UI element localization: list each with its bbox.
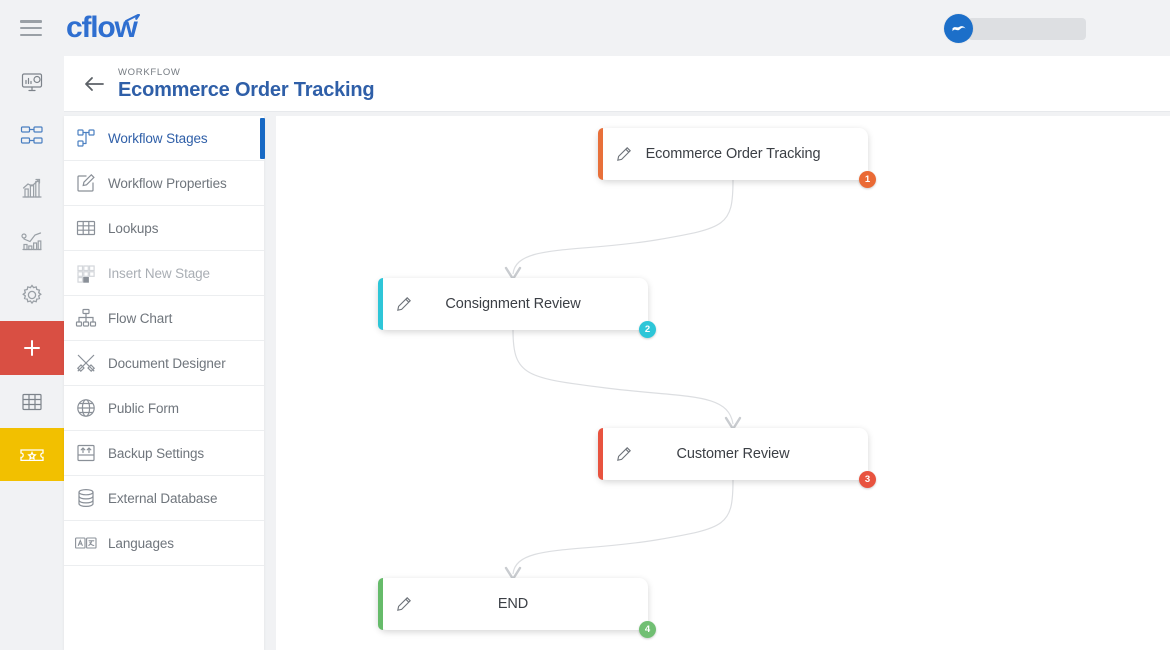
node-status-stripe (598, 128, 603, 180)
left-icon-rail (0, 56, 64, 650)
gear-icon (22, 283, 42, 304)
workflow-node-2[interactable]: Consignment Review 2 (378, 278, 656, 338)
node-label: END (497, 596, 529, 612)
node-badge: 3 (859, 471, 876, 488)
header-text-block: WORKFLOW Ecommerce Order Tracking (118, 66, 375, 102)
node-badge: 2 (639, 321, 656, 338)
rail-item-add-new[interactable] (0, 321, 64, 375)
hamburger-menu-icon[interactable] (20, 20, 42, 36)
rail-item-workflow[interactable] (0, 109, 64, 162)
org-chart-icon (64, 307, 108, 329)
sidebar-item-label: Flow Chart (108, 310, 173, 326)
workflow-settings-menu: Workflow Stages Workflow Properties Look… (64, 116, 265, 650)
sidebar-item-document-designer[interactable]: Document Designer (64, 341, 264, 386)
sidebar-item-label: Public Form (108, 400, 179, 416)
page-title: Ecommerce Order Tracking (118, 78, 375, 101)
page-header: WORKFLOW Ecommerce Order Tracking (64, 56, 1170, 112)
sidebar-item-label: Insert New Stage (108, 265, 210, 281)
workflow-node-1[interactable]: Ecommerce Order Tracking 1 (598, 128, 876, 188)
sidebar-item-label: Document Designer (108, 355, 226, 371)
avatar-wave-icon (952, 25, 965, 31)
breadcrumb-eyebrow: WORKFLOW (118, 66, 181, 78)
node-status-stripe (378, 278, 383, 330)
globe-icon (64, 397, 108, 419)
table-grid-icon (64, 217, 108, 239)
active-indicator (260, 118, 265, 159)
sidebar-item-flow-chart[interactable]: Flow Chart (64, 296, 264, 341)
sidebar-item-workflow-properties[interactable]: Workflow Properties (64, 161, 264, 206)
pencil-edit-icon[interactable] (614, 145, 632, 163)
sidebar-item-insert-new-stage[interactable]: Insert New Stage (64, 251, 264, 296)
rail-item-settings[interactable] (0, 268, 64, 321)
insert-grid-icon (64, 262, 108, 284)
sidebar-item-label: Languages (108, 535, 174, 551)
rail-item-tickets[interactable] (0, 428, 64, 481)
node-status-stripe (378, 578, 383, 630)
application-root: cflow WORKFLOW Ecommerce Order Tracking … (0, 0, 1170, 650)
bar-chart-trend-icon (22, 178, 42, 198)
node-label: Consignment Review (445, 296, 581, 312)
plus-icon (24, 340, 40, 356)
rail-item-tables[interactable] (0, 375, 64, 428)
sidebar-item-label: Backup Settings (108, 445, 205, 461)
pencil-edit-icon[interactable] (394, 595, 412, 613)
sidebar-item-backup-settings[interactable]: Backup Settings (64, 431, 264, 476)
user-account-area[interactable] (944, 14, 1086, 43)
workflow-nodes-icon (64, 127, 108, 149)
back-button[interactable] (80, 70, 108, 98)
node-label: Ecommerce Order Tracking (645, 146, 821, 162)
node-badge: 4 (639, 621, 656, 638)
top-bar: cflow (0, 0, 1170, 56)
workflow-connectors (504, 179, 742, 581)
logo-swoosh-icon (124, 14, 140, 22)
back-arrow-icon (85, 77, 104, 91)
header-divider (64, 111, 1170, 112)
workflow-canvas[interactable]: Ecommerce Order Tracking 1 Consignment R… (276, 116, 1170, 650)
workflow-node-4[interactable]: END 4 (378, 578, 656, 638)
monitor-chart-icon (21, 72, 43, 91)
edit-square-icon (64, 172, 108, 194)
ticket-star-icon (20, 448, 44, 461)
workflow-node-3[interactable]: Customer Review 3 (598, 428, 876, 488)
sidebar-item-label: Workflow Stages (108, 130, 208, 146)
node-label: Customer Review (676, 446, 790, 462)
sidebar-item-public-form[interactable]: Public Form (64, 386, 264, 431)
rail-item-dashboard[interactable] (0, 56, 64, 109)
sidebar-item-external-database[interactable]: External Database (64, 476, 264, 521)
pencil-edit-icon[interactable] (394, 295, 412, 313)
rail-item-analytics[interactable] (0, 215, 64, 268)
pencil-edit-icon[interactable] (614, 445, 632, 463)
sidebar-item-label: Lookups (108, 220, 159, 236)
document-design-icon (64, 352, 108, 374)
scatter-chart-icon (21, 231, 42, 250)
sidebar-item-workflow-stages[interactable]: Workflow Stages (64, 116, 265, 161)
node-badge: 1 (859, 171, 876, 188)
rail-item-reports[interactable] (0, 162, 64, 215)
backup-upload-icon (64, 442, 108, 464)
sidebar-item-label: External Database (108, 490, 218, 506)
user-avatar[interactable] (944, 14, 973, 43)
user-name-placeholder (968, 17, 1086, 40)
cflow-logo[interactable]: cflow (66, 13, 140, 43)
node-status-stripe (598, 428, 603, 480)
sidebar-item-label: Workflow Properties (108, 175, 227, 191)
database-icon (64, 487, 108, 509)
process-nodes-icon (20, 125, 43, 144)
grid-table-icon (22, 393, 42, 410)
sidebar-item-lookups[interactable]: Lookups (64, 206, 264, 251)
sidebar-item-languages[interactable]: Languages (64, 521, 264, 566)
language-translate-icon (64, 532, 108, 554)
